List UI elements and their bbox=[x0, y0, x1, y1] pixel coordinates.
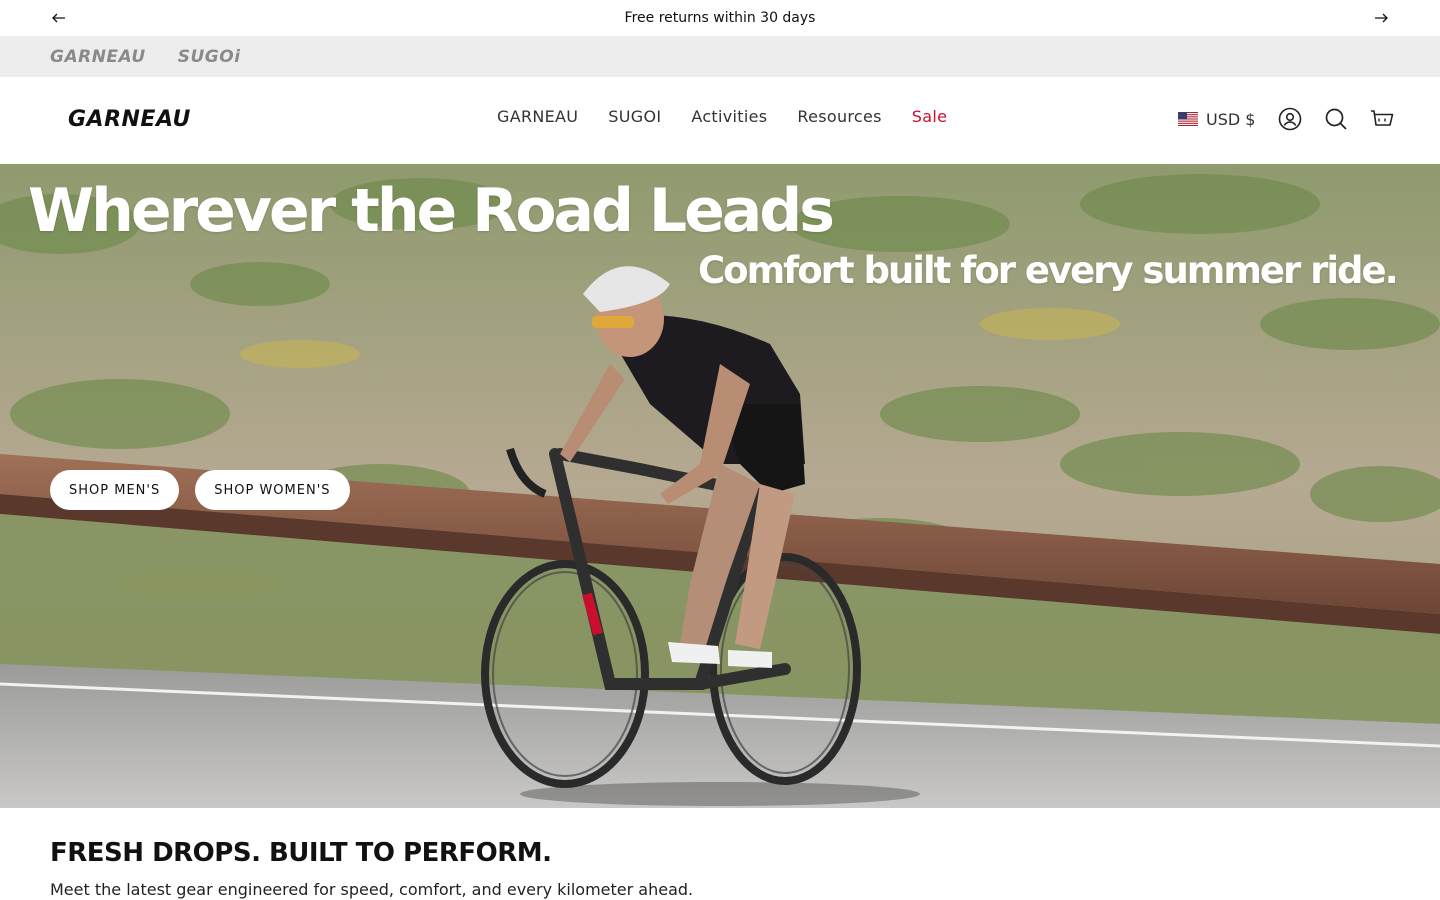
nav-item-resources[interactable]: Resources bbox=[782, 107, 896, 126]
brand-switcher: GARNEAU SUGOi bbox=[0, 36, 1440, 77]
hero-headline: Wherever the Road Leads bbox=[28, 176, 835, 246]
brand-link-garneau[interactable]: GARNEAU bbox=[50, 47, 146, 67]
site-header: GARNEAU GARNEAU SUGOI Activities Resourc… bbox=[0, 77, 1440, 164]
us-flag-icon bbox=[1178, 112, 1198, 126]
nav-item-activities[interactable]: Activities bbox=[676, 107, 782, 126]
site-logo[interactable]: GARNEAU bbox=[68, 107, 191, 132]
shop-mens-button[interactable]: SHOP MEN'S bbox=[50, 470, 180, 510]
shop-womens-button[interactable]: SHOP WOMEN'S bbox=[195, 470, 350, 510]
section-title: FRESH DROPS. BUILT TO PERFORM. bbox=[50, 838, 552, 868]
arrow-left-icon bbox=[52, 13, 65, 23]
hero-banner: Wherever the Road Leads Comfort built fo… bbox=[0, 164, 1440, 808]
cart-button[interactable] bbox=[1369, 106, 1395, 132]
search-button[interactable] bbox=[1323, 106, 1349, 132]
hero-cta-group: SHOP MEN'S SHOP WOMEN'S bbox=[50, 470, 350, 510]
nav-item-sugoi[interactable]: SUGOI bbox=[593, 107, 676, 126]
header-actions: USD $ bbox=[1178, 106, 1395, 132]
announcement-bar: Free returns within 30 days bbox=[0, 0, 1440, 36]
main-nav: GARNEAU SUGOI Activities Resources Sale bbox=[482, 107, 962, 126]
announcement-next-button[interactable] bbox=[1371, 8, 1391, 28]
announcement-prev-button[interactable] bbox=[49, 8, 69, 28]
account-icon bbox=[1279, 107, 1302, 131]
currency-label: USD $ bbox=[1206, 109, 1256, 129]
announcement-message: Free returns within 30 days bbox=[624, 10, 816, 26]
account-button[interactable] bbox=[1277, 106, 1303, 132]
arrow-right-icon bbox=[1375, 13, 1388, 23]
nav-item-garneau[interactable]: GARNEAU bbox=[482, 107, 593, 126]
search-icon bbox=[1326, 108, 1348, 130]
nav-item-sale[interactable]: Sale bbox=[897, 107, 962, 126]
currency-selector[interactable]: USD $ bbox=[1178, 110, 1255, 129]
fresh-drops-section: FRESH DROPS. BUILT TO PERFORM. Meet the … bbox=[50, 838, 1390, 899]
cart-icon bbox=[1371, 110, 1394, 126]
brand-link-sugoi[interactable]: SUGOi bbox=[178, 47, 241, 67]
hero-subline: Comfort built for every summer ride. bbox=[698, 249, 1399, 292]
section-subtitle: Meet the latest gear engineered for spee… bbox=[50, 880, 694, 899]
